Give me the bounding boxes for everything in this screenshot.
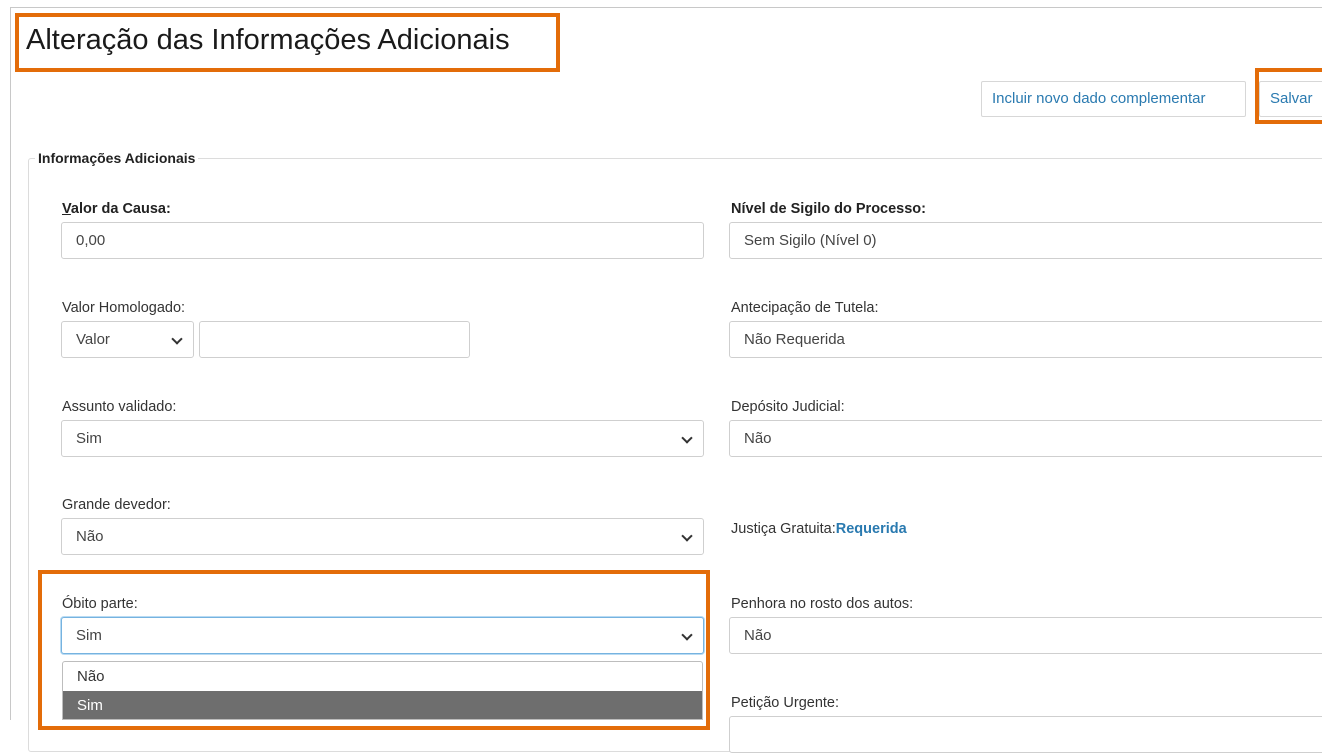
subject-validated-text: Sim	[76, 430, 102, 447]
subject-validated-label: Assunto validado:	[62, 399, 177, 415]
claim-value-input[interactable]: 0,00	[61, 222, 704, 259]
claim-value-label: Valor da Causa:	[62, 201, 171, 217]
subject-validated-select[interactable]: Sim	[61, 420, 704, 457]
chevron-down-icon	[171, 333, 183, 345]
judicial-deposit-text: Não	[744, 430, 772, 447]
injunction-field[interactable]: Não Requerida	[729, 321, 1322, 358]
secrecy-level-label: Nível de Sigilo do Processo:	[731, 201, 926, 217]
large-debtor-select[interactable]: Não	[61, 518, 704, 555]
frame-top-border	[10, 7, 1322, 8]
judicial-deposit-field[interactable]: Não	[729, 420, 1322, 457]
large-debtor-text: Não	[76, 528, 104, 545]
urgent-petition-field[interactable]	[729, 716, 1322, 753]
party-death-highlight-box	[38, 570, 710, 730]
approved-value-type-text: Valor	[76, 331, 110, 348]
section-legend: Informações Adicionais	[38, 150, 196, 166]
secrecy-level-text: Sem Sigilo (Nível 0)	[744, 232, 877, 249]
title-highlight-box	[15, 13, 560, 72]
free-justice-label: Justiça Gratuita:	[731, 521, 836, 537]
add-complementary-data-button[interactable]: Incluir novo dado complementar	[981, 81, 1246, 117]
free-justice-row: Justiça Gratuita:Requerida	[731, 521, 907, 537]
large-debtor-label: Grande devedor:	[62, 497, 171, 513]
frame-left-border	[10, 7, 11, 720]
claim-value-label-rest: alor da Causa:	[70, 201, 171, 217]
approved-value-input[interactable]	[199, 321, 470, 358]
secrecy-level-field[interactable]: Sem Sigilo (Nível 0)	[729, 222, 1322, 259]
garnishment-label: Penhora no rosto dos autos:	[731, 596, 914, 612]
approved-value-label: Valor Homologado:	[62, 300, 186, 316]
urgent-petition-label: Petição Urgente:	[731, 695, 840, 711]
garnishment-text: Não	[744, 627, 772, 644]
judicial-deposit-label: Depósito Judicial:	[731, 399, 845, 415]
claim-value-label-accesskey: V	[62, 201, 71, 217]
approved-value-type-select[interactable]: Valor	[61, 321, 194, 358]
claim-value-text: 0,00	[76, 232, 106, 249]
chevron-down-icon	[681, 530, 693, 542]
free-justice-value[interactable]: Requerida	[836, 521, 907, 537]
injunction-text: Não Requerida	[744, 331, 845, 348]
chevron-down-icon	[681, 432, 693, 444]
garnishment-field[interactable]: Não	[729, 617, 1322, 654]
save-highlight-box	[1255, 68, 1322, 124]
injunction-label: Antecipação de Tutela:	[731, 300, 879, 316]
